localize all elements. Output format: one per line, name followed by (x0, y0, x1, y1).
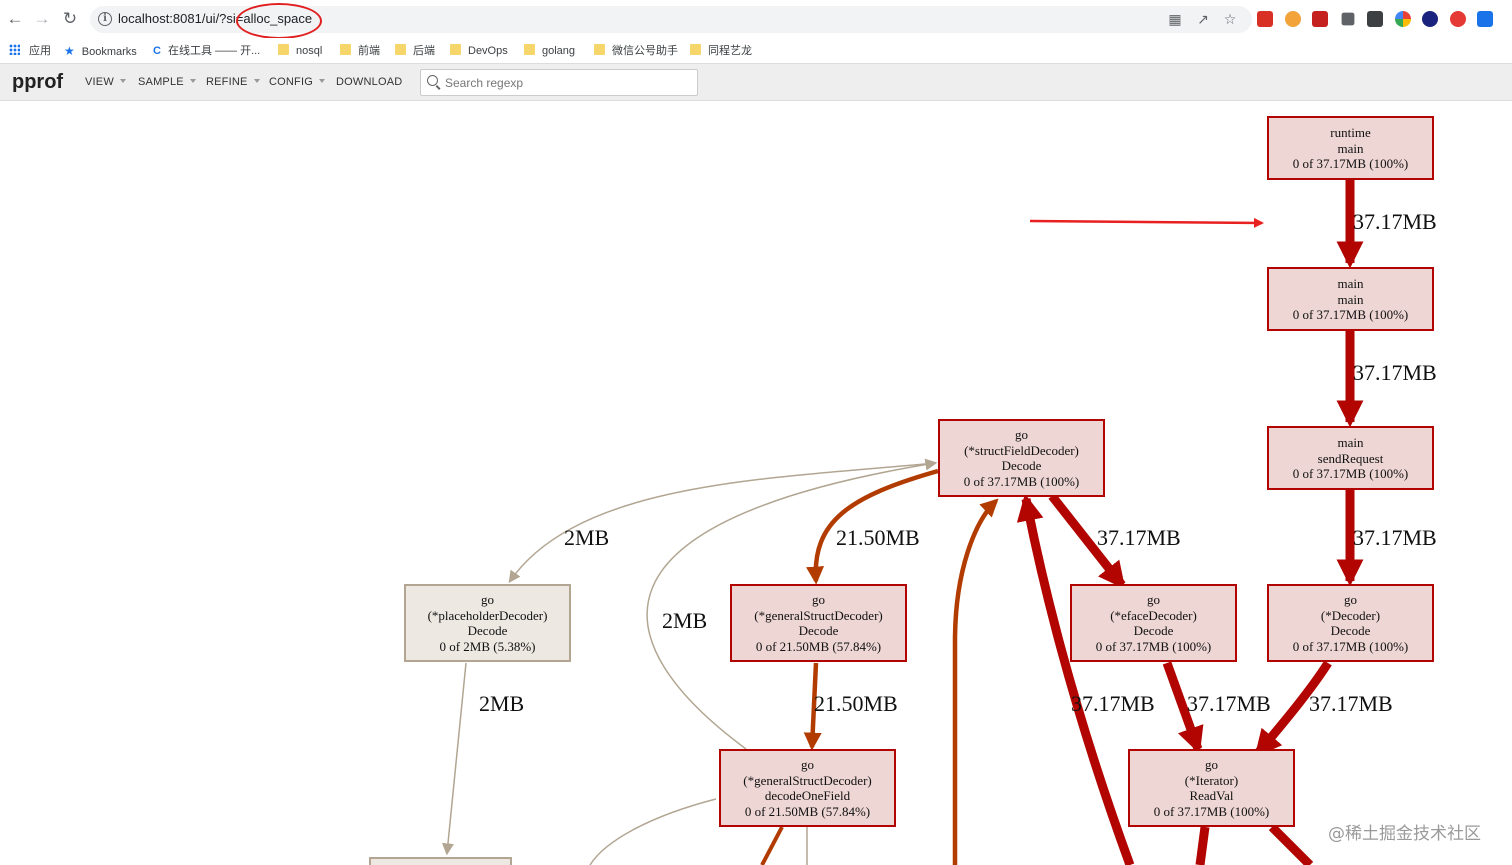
edge-label: 37.17MB (1353, 525, 1437, 550)
edge-label: 37.17MB (1097, 525, 1181, 550)
caret-down-icon (318, 79, 325, 83)
bookmarks-bar: 应用 ★ Bookmarks C 在线工具 —— 开... nosql 前端 后端 … (0, 38, 1512, 64)
menu-refine[interactable]: REFINE (206, 76, 260, 88)
bookmark-frontend[interactable]: 前端 (340, 42, 380, 60)
menu-view[interactable]: VIEW (85, 76, 126, 88)
folder-icon (340, 44, 351, 55)
edge-label: 37.17MB (1187, 691, 1271, 716)
annotation-circle (236, 3, 322, 39)
search-regexp-input[interactable] (445, 74, 690, 92)
node-general-struct-decoder-decode[interactable]: go (*generalStructDecoder) Decode 0 of 2… (730, 584, 907, 662)
forward-arrow-icon[interactable]: → (32, 9, 52, 29)
folder-icon (278, 44, 289, 55)
node-struct-field-decoder-decode[interactable]: go (*structFieldDecoder) Decode 0 of 37.… (938, 419, 1105, 497)
extension-icon[interactable] (1312, 11, 1328, 27)
edge-below-to-struct-field-thin (952, 498, 999, 865)
node-partial-bottom[interactable] (369, 857, 512, 865)
folder-icon (524, 44, 535, 55)
bookmark-nosql[interactable]: nosql (278, 42, 322, 60)
reload-icon[interactable]: ↻ (60, 9, 80, 29)
extension-icon[interactable] (1285, 11, 1301, 27)
folder-icon (690, 44, 701, 55)
watermark: @稀土掘金技术社区 (1328, 824, 1481, 844)
folder-icon (594, 44, 605, 55)
menu-config[interactable]: CONFIG (269, 76, 325, 88)
extension-icon[interactable] (1450, 11, 1466, 27)
star-icon: ★ (64, 44, 75, 58)
edge-struct-field-to-placeholder (508, 462, 936, 583)
edge-iterator-down-1 (1195, 826, 1210, 865)
edge-label: 2MB (479, 691, 525, 716)
edge-placeholder-to-below (441, 662, 467, 856)
pprof-logo: pprof (12, 71, 64, 93)
node-general-struct-decoder-decode-one-field[interactable]: go (*generalStructDecoder) decodeOneFiel… (719, 749, 896, 827)
folder-icon (395, 44, 406, 55)
translate-icon[interactable]: ▦ (1166, 10, 1184, 28)
edge-label: 37.17MB (1071, 691, 1155, 716)
extension-icon[interactable] (1422, 11, 1438, 27)
node-decoder-decode[interactable]: go (*Decoder) Decode 0 of 37.17MB (100%) (1267, 584, 1434, 662)
edge-iterator-down-2 (1268, 823, 1314, 865)
extension-icon[interactable] (1477, 11, 1493, 27)
annotation-arrow (1029, 217, 1264, 228)
bookmark-tongcheng[interactable]: 同程艺龙 (690, 42, 752, 60)
menu-sample[interactable]: SAMPLE (138, 76, 196, 88)
caret-down-icon (119, 79, 126, 83)
bookmark-bookmarks[interactable]: ★ Bookmarks (64, 42, 137, 60)
node-main-send-request[interactable]: main sendRequest 0 of 37.17MB (100%) (1267, 426, 1434, 490)
edge-label: 21.50MB (836, 525, 920, 550)
edge-decode-one-field-down-1 (760, 826, 784, 865)
edge-label: 37.17MB (1353, 209, 1437, 234)
folder-icon (450, 44, 461, 55)
call-graph[interactable]: runtime main 0 of 37.17MB (100%) main ma… (0, 101, 1512, 865)
site-info-icon[interactable]: i (98, 12, 112, 26)
apps-grid-icon (9, 44, 20, 55)
browser-toolbar: ← → ↻ i localhost:8081/ui/?si=alloc_spac… (0, 0, 1512, 39)
bookmark-star-icon[interactable]: ☆ (1221, 10, 1239, 28)
node-placeholder-decoder-decode[interactable]: go (*placeholderDecoder) Decode 0 of 2MB… (404, 584, 571, 662)
edge-label: 37.17MB (1353, 360, 1437, 385)
edge-label: 21.50MB (814, 691, 898, 716)
caret-down-icon (253, 79, 260, 83)
extension-icon[interactable] (1367, 11, 1383, 27)
back-arrow-icon[interactable]: ← (5, 9, 25, 29)
bookmark-wechat-helper[interactable]: 微信公号助手 (594, 42, 678, 60)
bookmark-backend[interactable]: 后端 (395, 42, 435, 60)
extension-icon[interactable] (1257, 11, 1273, 27)
bookmark-online-tools[interactable]: C 在线工具 —— 开... (153, 42, 260, 60)
site-c-icon: C (153, 45, 161, 57)
node-runtime-main[interactable]: runtime main 0 of 37.17MB (100%) (1267, 116, 1434, 180)
edge-label: 37.17MB (1309, 691, 1393, 716)
node-eface-decoder-decode[interactable]: go (*efaceDecoder) Decode 0 of 37.17MB (… (1070, 584, 1237, 662)
extension-icon[interactable] (1341, 12, 1355, 26)
edge-decode-one-field-down-3 (589, 798, 717, 865)
bookmark-devops[interactable]: DevOps (450, 42, 508, 60)
search-box[interactable] (420, 69, 698, 96)
extension-icon[interactable] (1395, 11, 1411, 27)
edge-iterator-to-struct-field (1016, 493, 1135, 865)
bookmark-apps[interactable]: 应用 (9, 42, 51, 60)
node-iterator-read-val[interactable]: go (*Iterator) ReadVal 0 of 37.17MB (100… (1128, 749, 1295, 827)
edge-label: 2MB (662, 608, 708, 633)
caret-down-icon (189, 79, 196, 83)
pprof-header: pprof VIEW SAMPLE REFINE CONFIG DOWNLOAD (0, 64, 1512, 101)
node-main-main[interactable]: main main 0 of 37.17MB (100%) (1267, 267, 1434, 331)
share-icon[interactable]: ↗ (1194, 10, 1212, 28)
search-icon (427, 75, 438, 86)
bookmark-golang[interactable]: golang (524, 42, 575, 60)
edge-label: 2MB (564, 525, 610, 550)
menu-download[interactable]: DOWNLOAD (336, 76, 402, 88)
